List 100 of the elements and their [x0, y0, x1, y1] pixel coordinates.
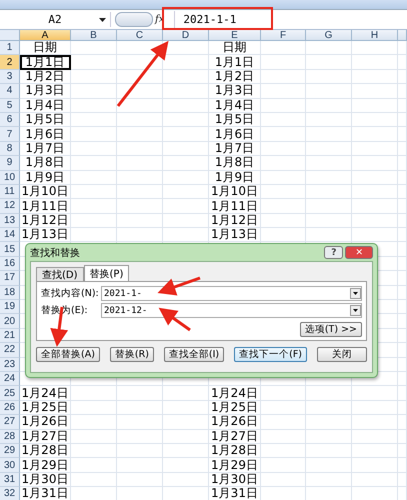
- table-cell: [306, 156, 352, 171]
- dialog-button[interactable]: 替换(R): [110, 347, 154, 362]
- row-header[interactable]: 30: [0, 458, 20, 473]
- column-header[interactable]: H: [352, 30, 398, 41]
- row-header[interactable]: 15: [0, 242, 20, 257]
- row-header[interactable]: 21: [0, 328, 20, 344]
- row-header[interactable]: 26: [0, 400, 20, 416]
- table-cell: [71, 170, 117, 185]
- options-button[interactable]: 选项(T) >>: [300, 322, 362, 337]
- close-button[interactable]: ✕: [345, 246, 373, 259]
- table-cell: [71, 386, 117, 401]
- table-cell: [163, 458, 209, 473]
- column-header[interactable]: B: [71, 30, 117, 41]
- row-header[interactable]: 7: [0, 127, 20, 142]
- column-header[interactable]: A: [20, 30, 71, 41]
- table-cell: [306, 228, 352, 242]
- row-header[interactable]: 28: [0, 430, 20, 444]
- column-header[interactable]: C: [117, 30, 163, 41]
- table-cell: [352, 444, 398, 458]
- combo-field[interactable]: 2021-12-: [101, 303, 362, 318]
- dropdown-caret-icon[interactable]: [350, 305, 361, 316]
- table-cell: [71, 98, 117, 113]
- formula-field[interactable]: 2021-1-1: [174, 11, 407, 28]
- row-header[interactable]: 23: [0, 358, 20, 372]
- row-header[interactable]: 24: [0, 372, 20, 386]
- dialog-tab[interactable]: 替换(P): [84, 265, 130, 281]
- row-header[interactable]: 16: [0, 256, 20, 272]
- table-cell: [261, 127, 306, 142]
- table-cell: 1月29日: [209, 458, 261, 473]
- dropdown-caret-icon[interactable]: [99, 18, 106, 22]
- table-cell: [398, 372, 407, 386]
- table-cell: 1月11日: [20, 199, 71, 214]
- table-cell: [398, 343, 407, 358]
- table-cell: 1月1日: [209, 55, 261, 70]
- row-header[interactable]: 27: [0, 415, 20, 430]
- row-header[interactable]: 1: [0, 41, 20, 56]
- row-header[interactable]: 9: [0, 156, 20, 171]
- dialog-button[interactable]: 全部替换(A): [36, 347, 100, 362]
- table-cell: [398, 98, 407, 113]
- table-cell: 日期: [209, 41, 261, 56]
- splitter-handle[interactable]: [115, 12, 153, 27]
- help-button[interactable]: ?: [324, 246, 344, 259]
- table-cell: [398, 214, 407, 228]
- row-header[interactable]: 8: [0, 142, 20, 156]
- table-cell: [398, 386, 407, 401]
- dialog-tab[interactable]: 查找(D): [36, 267, 84, 281]
- row-header[interactable]: 25: [0, 386, 20, 401]
- table-cell: [261, 98, 306, 113]
- row-header[interactable]: 20: [0, 314, 20, 329]
- row-header[interactable]: 14: [0, 228, 20, 242]
- row-header[interactable]: 17: [0, 271, 20, 286]
- column-header[interactable]: G: [306, 30, 352, 41]
- table-cell: [163, 472, 209, 488]
- table-cell: [352, 127, 398, 142]
- table-cell: [398, 112, 407, 128]
- table-cell: [306, 444, 352, 458]
- row-header[interactable]: 2: [0, 55, 20, 70]
- column-header[interactable]: D: [163, 30, 209, 41]
- row-header[interactable]: 11: [0, 184, 20, 200]
- row-header[interactable]: 29: [0, 444, 20, 458]
- table-cell: [71, 458, 117, 473]
- table-cell: [71, 415, 117, 430]
- row-header[interactable]: 31: [0, 472, 20, 488]
- table-cell: [71, 214, 117, 228]
- table-cell: 1月3日: [209, 84, 261, 99]
- row-header[interactable]: 13: [0, 214, 20, 228]
- row-header[interactable]: 6: [0, 112, 20, 128]
- row-header[interactable]: 19: [0, 300, 20, 314]
- table-cell: [352, 415, 398, 430]
- row-header[interactable]: 3: [0, 70, 20, 84]
- dropdown-caret-icon[interactable]: [350, 288, 361, 299]
- dialog-button[interactable]: 查找全部(I): [164, 347, 224, 362]
- table-cell: [261, 472, 306, 488]
- table-cell: [261, 415, 306, 430]
- combo-field[interactable]: 2021-1-: [101, 286, 362, 301]
- table-cell: [306, 184, 352, 200]
- table-cell: [306, 400, 352, 416]
- row-header[interactable]: 4: [0, 84, 20, 99]
- table-cell: [163, 55, 209, 70]
- table-cell: [306, 415, 352, 430]
- row-header[interactable]: 22: [0, 343, 20, 358]
- row-header[interactable]: 18: [0, 286, 20, 300]
- row-header[interactable]: 12: [0, 199, 20, 214]
- table-cell: [306, 41, 352, 56]
- table-cell: 1月2日: [20, 70, 71, 84]
- table-cell: [261, 214, 306, 228]
- column-header[interactable]: E: [209, 30, 261, 41]
- name-box[interactable]: A2: [0, 12, 111, 27]
- row-header[interactable]: 10: [0, 170, 20, 185]
- table-cell: [71, 430, 117, 444]
- dialog-button[interactable]: 查找下一个(F): [234, 347, 307, 362]
- table-cell: [71, 142, 117, 156]
- table-cell: [163, 98, 209, 113]
- table-cell: [306, 55, 352, 70]
- column-header[interactable]: F: [261, 30, 306, 41]
- row-header[interactable]: 32: [0, 487, 20, 500]
- dialog-button[interactable]: 关闭: [316, 347, 367, 362]
- row-header[interactable]: 5: [0, 98, 20, 113]
- table-cell: [306, 199, 352, 214]
- table-cell: [398, 358, 407, 372]
